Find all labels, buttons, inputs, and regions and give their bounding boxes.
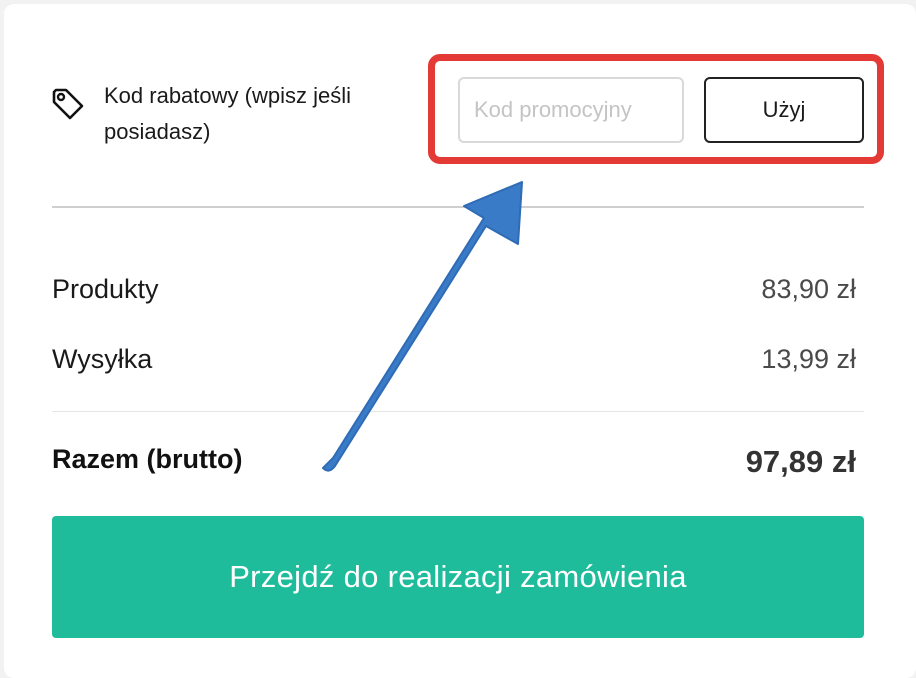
tag-icon <box>52 88 84 120</box>
coupon-label: Kod rabatowy (wpisz jeśli posiadasz) <box>104 83 351 144</box>
divider <box>52 411 864 412</box>
shipping-value: 13,99 zł <box>761 344 856 374</box>
total-value: 97,89 zł <box>745 444 856 479</box>
products-value: 83,90 zł <box>761 274 856 304</box>
total-label: Razem (brutto) <box>52 444 243 474</box>
products-label: Produkty <box>52 274 159 304</box>
divider <box>52 206 864 208</box>
highlight-annotation-box <box>428 54 884 164</box>
shipping-label: Wysyłka <box>52 344 153 374</box>
checkout-button[interactable]: Przejdź do realizacji zamówienia <box>52 516 864 638</box>
